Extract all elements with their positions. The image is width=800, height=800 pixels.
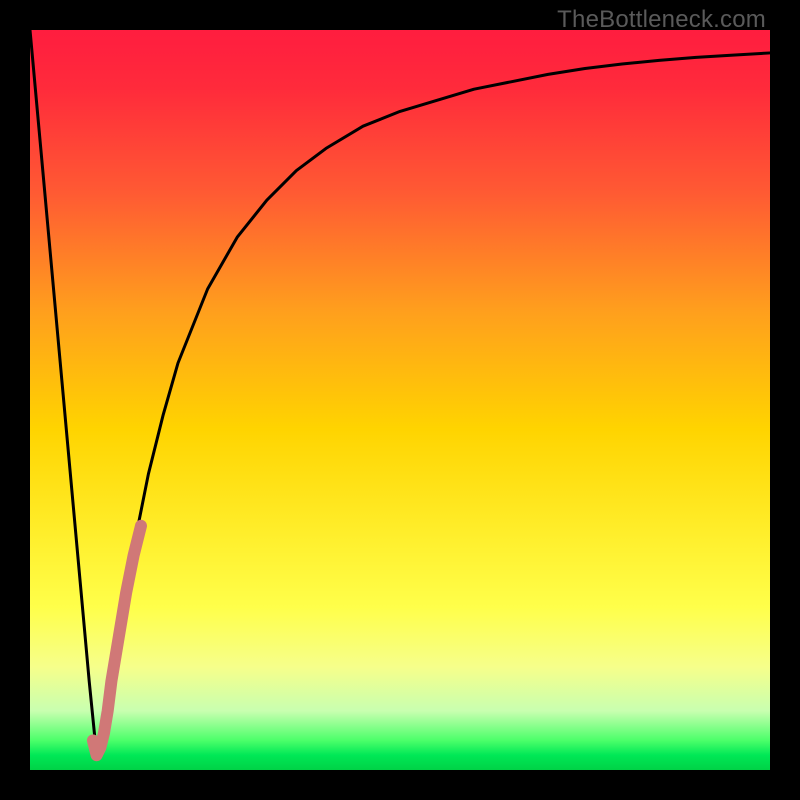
plot-area xyxy=(30,30,770,770)
chart-frame: TheBottleneck.com xyxy=(0,0,800,800)
target-highlight xyxy=(93,526,141,755)
bottleneck-curve xyxy=(30,30,770,755)
chart-svg xyxy=(30,30,770,770)
